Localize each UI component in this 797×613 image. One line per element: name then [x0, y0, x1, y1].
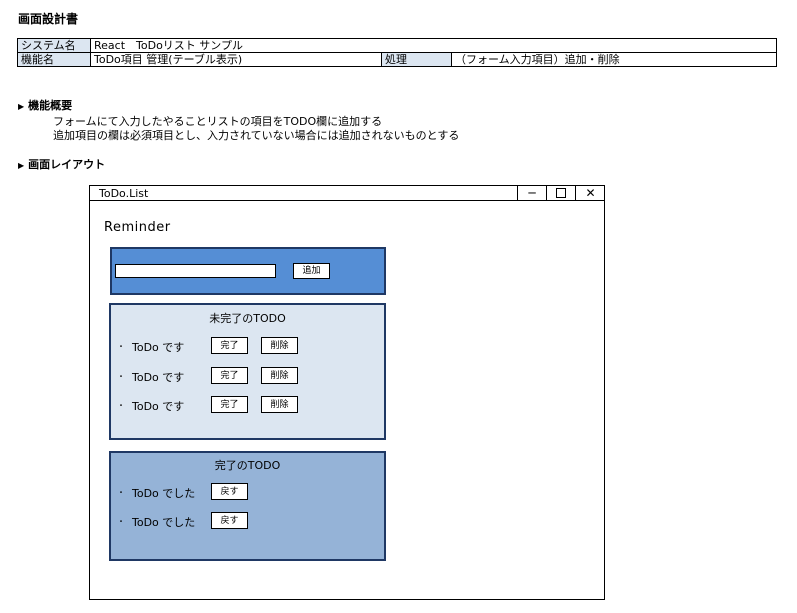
- delete-button[interactable]: 削除: [261, 396, 298, 413]
- complete-todo-title: 完了のTODO: [214, 459, 281, 472]
- todo-item-label: ToDo です: [132, 371, 185, 384]
- minimize-icon: ─: [528, 186, 536, 200]
- incomplete-todo-item: ・ ToDo です 完了 削除: [111, 367, 384, 385]
- close-button[interactable]: ✕: [575, 186, 605, 200]
- complete-button[interactable]: 完了: [211, 396, 248, 413]
- system-name-value: React ToDoリスト サンプル: [90, 38, 777, 53]
- complete-todo-item: ・ ToDo でした 戻す: [111, 483, 384, 501]
- function-name-label: 機能名: [17, 52, 91, 67]
- meta-row-system: システム名 React ToDoリスト サンプル: [17, 38, 777, 53]
- overview-heading-text: 機能概要: [28, 99, 73, 112]
- layout-heading-text: 画面レイアウト: [28, 158, 106, 171]
- incomplete-todo-title: 未完了のTODO: [209, 312, 286, 325]
- triangle-bullet-icon: ▶: [18, 102, 25, 111]
- todo-item-label: ToDo でした: [132, 487, 196, 500]
- todo-item-label: ToDo です: [132, 341, 185, 354]
- function-name-value: ToDo項目 管理(テーブル表示): [90, 52, 382, 67]
- close-icon: ✕: [585, 186, 596, 200]
- overview-line-2: 追加項目の欄は必須項目とし、入力されていない場合には追加されないものとする: [53, 129, 460, 142]
- complete-button[interactable]: 完了: [211, 337, 248, 354]
- window-titlebar: ToDo.List ─ ✕: [90, 186, 604, 201]
- todo-item-label: ToDo です: [132, 400, 185, 413]
- delete-button[interactable]: 削除: [261, 337, 298, 354]
- bullet-icon: ・: [117, 372, 125, 381]
- bullet-icon: ・: [117, 488, 125, 497]
- maximize-button[interactable]: [546, 186, 575, 200]
- input-panel: 追加: [110, 247, 386, 295]
- window-title: ToDo.List: [99, 187, 149, 200]
- add-button[interactable]: 追加: [293, 263, 330, 279]
- back-button[interactable]: 戻す: [211, 512, 248, 529]
- delete-button[interactable]: 削除: [261, 367, 298, 384]
- incomplete-todo-panel: 未完了のTODO ・ ToDo です 完了 削除 ・ ToDo です 完了 削除…: [109, 303, 386, 440]
- complete-todo-panel: 完了のTODO ・ ToDo でした 戻す ・ ToDo でした 戻す: [109, 451, 386, 561]
- layout-heading: ▶ 画面レイアウト: [18, 156, 105, 172]
- complete-button[interactable]: 完了: [211, 367, 248, 384]
- todo-item-label: ToDo でした: [132, 516, 196, 529]
- incomplete-todo-item: ・ ToDo です 完了 削除: [111, 396, 384, 414]
- bullet-icon: ・: [117, 401, 125, 410]
- minimize-button[interactable]: ─: [517, 186, 546, 200]
- maximize-icon: [556, 188, 566, 198]
- bullet-icon: ・: [117, 342, 125, 351]
- app-title: Reminder: [104, 220, 171, 235]
- meta-table: システム名 React ToDoリスト サンプル 機能名 ToDo項目 管理(テ…: [17, 38, 777, 67]
- bullet-icon: ・: [117, 517, 125, 526]
- triangle-bullet-icon: ▶: [18, 161, 25, 170]
- app-window: ToDo.List ─ ✕ Reminder 追加 未完了のTODO ・ ToD…: [89, 185, 605, 600]
- incomplete-todo-item: ・ ToDo です 完了 削除: [111, 337, 384, 355]
- process-label: 処理: [381, 52, 452, 67]
- system-name-label: システム名: [17, 38, 91, 53]
- overview-heading: ▶ 機能概要: [18, 97, 72, 113]
- document-title: 画面設計書: [18, 12, 79, 26]
- process-value: （フォーム入力項目）追加・削除: [451, 52, 777, 67]
- todo-text-input[interactable]: [115, 264, 276, 278]
- meta-row-function: 機能名 ToDo項目 管理(テーブル表示) 処理 （フォーム入力項目）追加・削除: [17, 52, 777, 67]
- back-button[interactable]: 戻す: [211, 483, 248, 500]
- complete-todo-item: ・ ToDo でした 戻す: [111, 512, 384, 530]
